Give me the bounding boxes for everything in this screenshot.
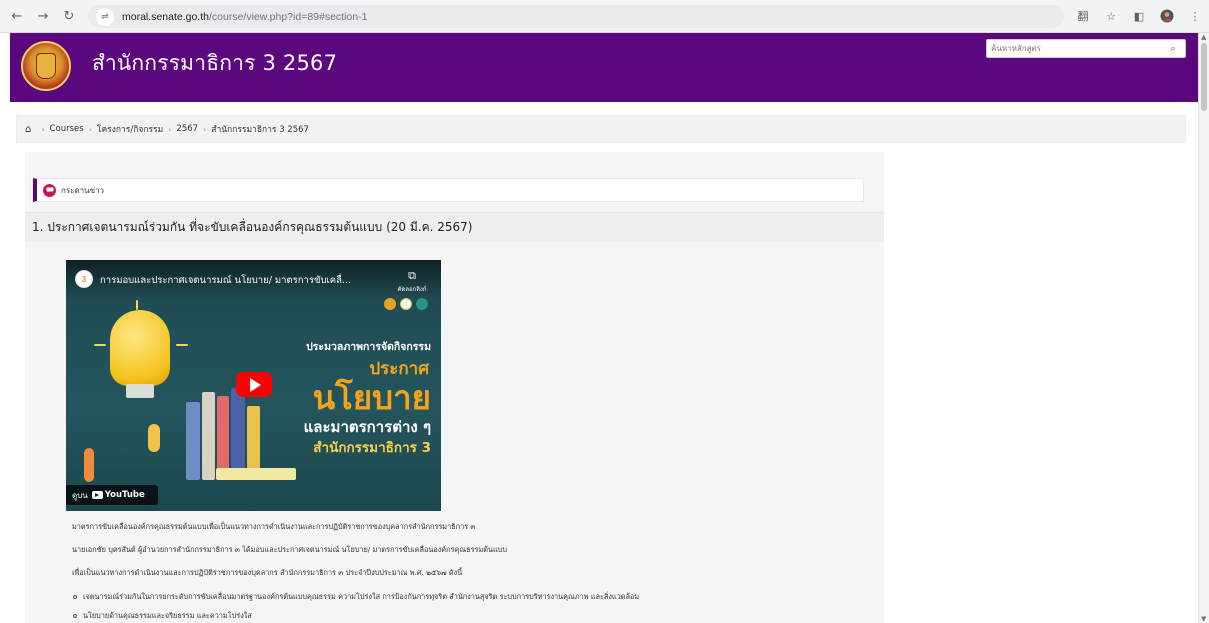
page-viewport: สำนักกรรมาธิการ 3 2567 ⌕ ⌂ › Courses › โ… bbox=[10, 33, 1198, 623]
copy-link-label: คัดลอกลิงก์ bbox=[397, 286, 427, 293]
forward-icon[interactable]: → bbox=[32, 5, 54, 27]
play-icon bbox=[249, 377, 261, 392]
youtube-embed[interactable]: 3 การมอบและประกาศเจตนารมณ์ นโยบาย/ มาตรก… bbox=[66, 260, 441, 511]
breadcrumb-year[interactable]: 2567 bbox=[176, 124, 198, 134]
speech-bubble-icon bbox=[46, 187, 53, 192]
back-icon[interactable]: ← bbox=[6, 5, 28, 27]
light-ray-decoration bbox=[176, 344, 188, 346]
corner-logo-icon bbox=[416, 298, 428, 310]
address-bar[interactable]: ⇌ moral.senate.go.th/course/view.php?id=… bbox=[88, 5, 1064, 28]
senate-logo[interactable] bbox=[21, 41, 71, 91]
description-line: นายเอกชัย บุตรสันต์ ผู้อำนวยการสำนักกรรม… bbox=[72, 545, 507, 554]
scroll-down-icon[interactable]: ▼ bbox=[1201, 615, 1206, 623]
profile-avatar-icon bbox=[1160, 9, 1174, 23]
browser-menu-icon[interactable]: ⋮ bbox=[1187, 6, 1203, 26]
announcements-link[interactable]: กระดานข่าว bbox=[61, 184, 104, 197]
bullet-circle-icon bbox=[73, 614, 77, 618]
watch-on-youtube-button[interactable]: ดูบน YouTube bbox=[66, 485, 158, 505]
course-search: ⌕ bbox=[986, 39, 1186, 58]
url-path: /course/view.php?id=89#section-1 bbox=[208, 10, 368, 23]
person-illustration bbox=[84, 448, 94, 482]
scroll-up-icon[interactable]: ▲ bbox=[1201, 33, 1206, 41]
watch-on-label: ดูบน bbox=[72, 490, 88, 500]
breadcrumb: ⌂ › Courses › โครงการ/กิจกรรม › 2567 › ส… bbox=[16, 115, 1186, 143]
play-button[interactable] bbox=[236, 372, 272, 397]
corner-logo-icon bbox=[384, 298, 396, 310]
url-host: moral.senate.go.th bbox=[122, 10, 209, 23]
page-scrollbar[interactable]: ▲ ▼ bbox=[1198, 33, 1209, 623]
chevron-right-icon: › bbox=[41, 124, 45, 134]
book-illustration bbox=[202, 392, 215, 480]
youtube-wordmark: YouTube bbox=[104, 490, 145, 500]
youtube-logo-icon bbox=[91, 491, 103, 499]
profile-avatar[interactable] bbox=[1159, 6, 1175, 26]
logo-emblem-icon bbox=[36, 53, 56, 79]
bookmark-star-icon[interactable]: ☆ bbox=[1103, 6, 1119, 26]
breadcrumb-courses[interactable]: Courses bbox=[50, 124, 84, 134]
site-info-icon[interactable]: ⇌ bbox=[96, 7, 114, 26]
course-search-input[interactable] bbox=[987, 40, 1162, 57]
video-headline-yellow: สำนักกรรมาธิการ 3 bbox=[313, 440, 431, 456]
bullet-circle-icon bbox=[73, 595, 77, 599]
search-icon[interactable]: ⌕ bbox=[1162, 40, 1184, 57]
video-title[interactable]: การมอบและประกาศเจตนารมณ์ นโยบาย/ มาตรการ… bbox=[100, 273, 351, 288]
reload-icon[interactable]: ↻ bbox=[58, 5, 80, 27]
forum-icon bbox=[43, 183, 56, 197]
book-illustration bbox=[216, 468, 296, 480]
book-illustration bbox=[186, 402, 200, 480]
padlock-illustration bbox=[148, 424, 160, 452]
translate-icon[interactable]: 翻 bbox=[1075, 6, 1091, 26]
copy-icon: ⧉ bbox=[408, 269, 416, 282]
book-illustration bbox=[231, 388, 245, 480]
light-ray-decoration bbox=[136, 300, 138, 310]
channel-avatar[interactable]: 3 bbox=[75, 270, 93, 288]
chevron-right-icon: › bbox=[203, 124, 207, 134]
copy-link-button[interactable]: ⧉ คัดลอกลิงก์ bbox=[391, 266, 433, 294]
description-line: มาตรการขับเคลื่อนองค์กรคุณธรรมต้นแบบเพื่… bbox=[72, 522, 476, 531]
light-ray-decoration bbox=[94, 344, 106, 346]
course-content: กระดานข่าว 1. ประกาศเจตนารมณ์ร่วมกัน ที่… bbox=[25, 152, 884, 623]
lightbulb-illustration bbox=[110, 310, 170, 386]
breadcrumb-projects[interactable]: โครงการ/กิจกรรม bbox=[97, 122, 163, 136]
site-title[interactable]: สำนักกรรมาธิการ 3 2567 bbox=[92, 47, 337, 80]
description-bullet-text: เจตนารมณ์ร่วมกันในการยกระดับการขับเคลื่อ… bbox=[83, 592, 640, 601]
corner-logo-icon bbox=[400, 298, 412, 310]
chevron-right-icon: › bbox=[168, 124, 172, 134]
description-line: เพื่อเป็นแนวทางการดำเนินงานและการปฏิบัติ… bbox=[72, 568, 463, 577]
lightbulb-base-illustration bbox=[126, 384, 154, 398]
scrollbar-thumb[interactable] bbox=[1201, 43, 1207, 111]
breadcrumb-current[interactable]: สำนักกรรมาธิการ 3 2567 bbox=[211, 122, 309, 136]
chevron-right-icon: › bbox=[88, 124, 92, 134]
url-text[interactable]: moral.senate.go.th/course/view.php?id=89… bbox=[122, 11, 367, 23]
description-bullet: นโยบายด้านคุณธรรมและจริยธรรม และความโปร่… bbox=[73, 611, 252, 622]
side-panel-icon[interactable]: ◧ bbox=[1131, 6, 1147, 26]
browser-actions: 翻 ☆ ◧ ⋮ bbox=[1075, 6, 1203, 26]
section-title: 1. ประกาศเจตนารมณ์ร่วมกัน ที่จะขับเคลื่อ… bbox=[25, 212, 884, 242]
browser-toolbar: ← → ↻ ⇌ moral.senate.go.th/course/view.p… bbox=[0, 0, 1209, 33]
home-icon[interactable]: ⌂ bbox=[25, 124, 31, 135]
description-bullet: เจตนารมณ์ร่วมกันในการยกระดับการขับเคลื่อ… bbox=[73, 592, 639, 603]
video-corner-logos bbox=[384, 298, 428, 310]
announcements-forum[interactable]: กระดานข่าว bbox=[33, 178, 864, 202]
video-headline-small: ประมวลภาพการจัดกิจกรรม bbox=[306, 341, 431, 353]
youtube-play-icon bbox=[95, 493, 100, 497]
site-header: สำนักกรรมาธิการ 3 2567 ⌕ bbox=[10, 33, 1198, 102]
description-bullet-text: นโยบายด้านคุณธรรมและจริยธรรม และความโปร่… bbox=[83, 611, 252, 620]
